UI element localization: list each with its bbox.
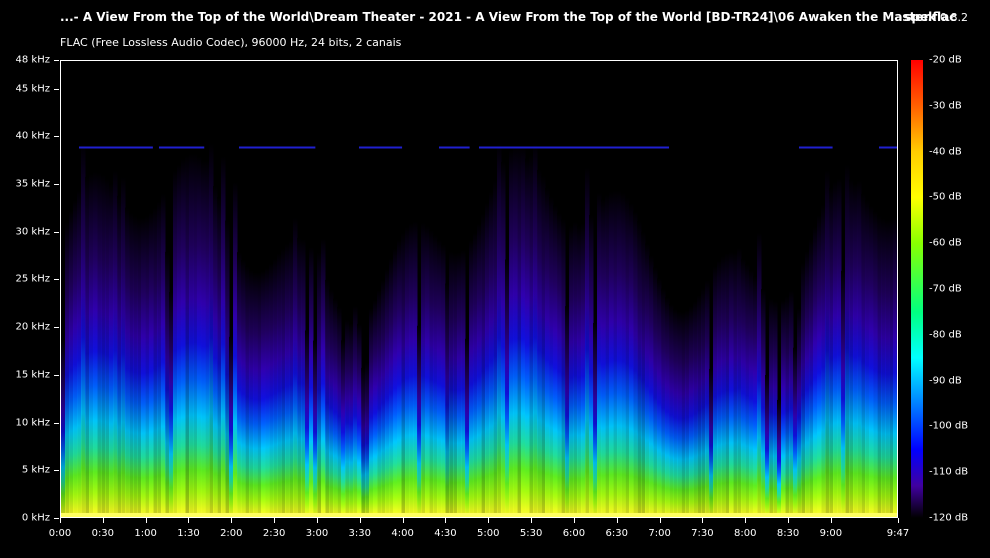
- format-info: FLAC (Free Lossless Audio Codec), 96000 …: [60, 36, 402, 49]
- app-name: spek: [904, 10, 937, 24]
- x-tick-label: 9:00: [819, 528, 843, 539]
- db-axis: -20 dB -30 dB -40 dB -50 dB -60 dB -70 dB -80 …: [925, 55, 985, 524]
- y-tick-mark: [54, 470, 59, 472]
- db-tick-label: -80 dB: [929, 329, 962, 341]
- y-tick-label: 25 kHz: [15, 273, 50, 285]
- y-tick-label: 30 kHz: [15, 226, 50, 238]
- x-tick-label: 3:30: [348, 528, 372, 539]
- y-tick-mark: [54, 518, 59, 519]
- spectrogram-plot: [60, 60, 898, 518]
- db-tick-label: -40 dB: [929, 146, 962, 158]
- y-tick-label: 10 kHz: [15, 417, 50, 429]
- x-tick-label: 5:00: [477, 528, 500, 539]
- x-tick-mark: [102, 518, 104, 523]
- x-tick-label: 1:00: [134, 528, 157, 539]
- app-version: 0.8.2: [940, 11, 968, 24]
- db-color-scale: [911, 60, 923, 518]
- x-tick-label: 8:00: [734, 528, 757, 539]
- frequency-axis: 0 kHz 5 kHz 10 kHz 15 kHz 20 kHz 25 kHz 30 kHz…: [0, 55, 60, 524]
- app-label: spek 0.8.2: [904, 10, 968, 24]
- x-tick-mark: [445, 518, 447, 523]
- x-tick-mark: [145, 518, 147, 523]
- x-tick-label: 8:30: [776, 528, 800, 539]
- x-tick-mark: [231, 518, 233, 523]
- y-tick-mark: [54, 422, 59, 424]
- y-tick-mark: [54, 184, 59, 186]
- x-tick-mark: [488, 518, 490, 523]
- x-tick-mark: [702, 518, 704, 523]
- time-axis: 0:00 0:30 1:00 1:30 2:00 2:30 3:00 3:30 4:00 4:30…: [49, 518, 909, 548]
- x-tick-mark: [616, 518, 618, 523]
- y-tick-mark: [54, 327, 59, 329]
- db-tick-label: -20 dB: [929, 54, 962, 66]
- file-path-title: ...- A View From the Top of the World\Dr…: [60, 10, 957, 24]
- x-tick-mark: [359, 518, 361, 523]
- x-tick-mark: [745, 518, 747, 523]
- y-tick-mark: [54, 231, 59, 233]
- x-tick-label: 0:30: [91, 528, 115, 539]
- x-tick-label: 0:00: [48, 528, 72, 539]
- x-tick-label: 7:00: [648, 528, 671, 539]
- x-tick-label: 2:00: [220, 528, 243, 539]
- x-tick-label: 9:47: [886, 528, 910, 539]
- x-tick-label: 5:30: [519, 528, 543, 539]
- y-tick-label: 35 kHz: [15, 178, 50, 190]
- y-tick-mark: [54, 60, 59, 61]
- x-tick-label: 3:00: [305, 528, 329, 539]
- x-tick-label: 6:00: [562, 528, 586, 539]
- x-tick-label: 6:30: [605, 528, 628, 539]
- y-tick-label: 48 kHz: [15, 54, 50, 66]
- x-tick-label: 2:30: [262, 528, 286, 539]
- db-tick-label: -60 dB: [929, 237, 962, 249]
- y-tick-mark: [54, 88, 59, 90]
- db-tick-label: -120 dB: [929, 512, 969, 524]
- y-tick-label: 45 kHz: [15, 83, 50, 95]
- x-tick-mark: [573, 518, 575, 523]
- db-tick-label: -90 dB: [929, 375, 962, 387]
- y-tick-label: 5 kHz: [21, 464, 50, 476]
- x-tick-mark: [898, 518, 899, 523]
- x-tick-mark: [402, 518, 404, 523]
- x-tick-label: 4:00: [391, 528, 414, 539]
- db-tick-label: -110 dB: [929, 466, 969, 478]
- y-tick-label: 15 kHz: [15, 369, 50, 381]
- x-tick-mark: [531, 518, 533, 523]
- y-tick-label: 0 kHz: [21, 512, 50, 524]
- y-tick-mark: [54, 136, 59, 138]
- y-tick-label: 40 kHz: [15, 130, 50, 142]
- y-tick-mark: [54, 279, 59, 281]
- x-tick-label: 7:30: [691, 528, 714, 539]
- x-tick-mark: [60, 518, 61, 523]
- x-tick-mark: [659, 518, 661, 523]
- db-tick-label: -30 dB: [929, 100, 962, 112]
- y-tick-mark: [54, 374, 59, 376]
- spectrogram-image: [61, 143, 897, 517]
- x-tick-mark: [316, 518, 318, 523]
- x-tick-mark: [188, 518, 190, 523]
- db-tick-label: -70 dB: [929, 283, 962, 295]
- x-tick-mark: [274, 518, 276, 523]
- db-tick-label: -100 dB: [929, 420, 969, 432]
- x-tick-mark: [830, 518, 832, 523]
- y-tick-label: 20 kHz: [15, 321, 50, 333]
- x-tick-label: 4:30: [434, 528, 457, 539]
- x-tick-mark: [788, 518, 790, 523]
- db-tick-label: -50 dB: [929, 191, 962, 203]
- x-tick-label: 1:30: [177, 528, 200, 539]
